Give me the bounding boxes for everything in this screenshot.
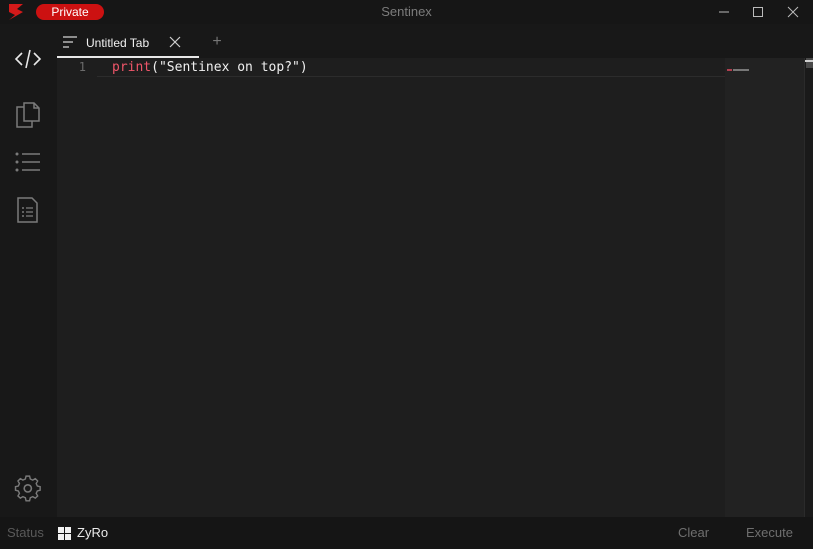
vertical-scrollbar[interactable] [804,58,813,517]
line-number: 1 [78,60,86,74]
sidebar-item-editor[interactable] [14,45,42,73]
close-window-button[interactable] [777,0,809,24]
username: ZyRo [77,525,109,540]
status-bar: Status ZyRo Clear Execute [0,517,813,549]
new-tab-button[interactable]: + [210,32,224,52]
sidebar-item-script-hub[interactable] [14,196,42,224]
tab-bar: Untitled Tab + [57,24,813,58]
private-badge: Private [36,4,104,20]
gear-icon [14,475,41,502]
minimap-line [727,58,751,71]
window-title: Sentinex [381,4,432,19]
code-icon [14,49,42,69]
code-arguments: ("Sentinex on top?") [151,60,308,75]
list-icon [15,152,40,172]
sidebar [0,24,57,517]
tab-label: Untitled Tab [86,36,150,50]
code-line[interactable]: print("Sentinex on top?") [112,60,308,75]
scroll-position-marker [805,60,813,62]
close-tab-icon[interactable] [169,36,181,48]
execute-button[interactable]: Execute [746,517,793,549]
copy-icon [16,102,40,128]
sidebar-item-settings[interactable] [14,475,42,503]
tab-untitled[interactable]: Untitled Tab [57,30,199,58]
status-label: Status [7,525,44,540]
minimize-icon [719,11,729,13]
clear-button[interactable]: Clear [678,517,709,549]
code-editor[interactable]: 1 print("Sentinex on top?") [57,58,725,517]
sidebar-item-files[interactable] [14,100,42,128]
sidebar-item-script-list[interactable] [14,148,42,176]
document-list-icon [17,197,38,223]
windows-icon [58,527,71,540]
close-icon [787,6,799,18]
maximize-button[interactable] [742,0,774,24]
minimap[interactable] [725,58,804,517]
maximize-icon [753,7,763,17]
title-bar: Private Sentinex [0,0,813,24]
sentinex-logo-icon [6,3,26,21]
code-keyword: print [112,60,152,75]
hamburger-menu-icon[interactable] [62,35,78,49]
minimize-button[interactable] [708,0,740,24]
